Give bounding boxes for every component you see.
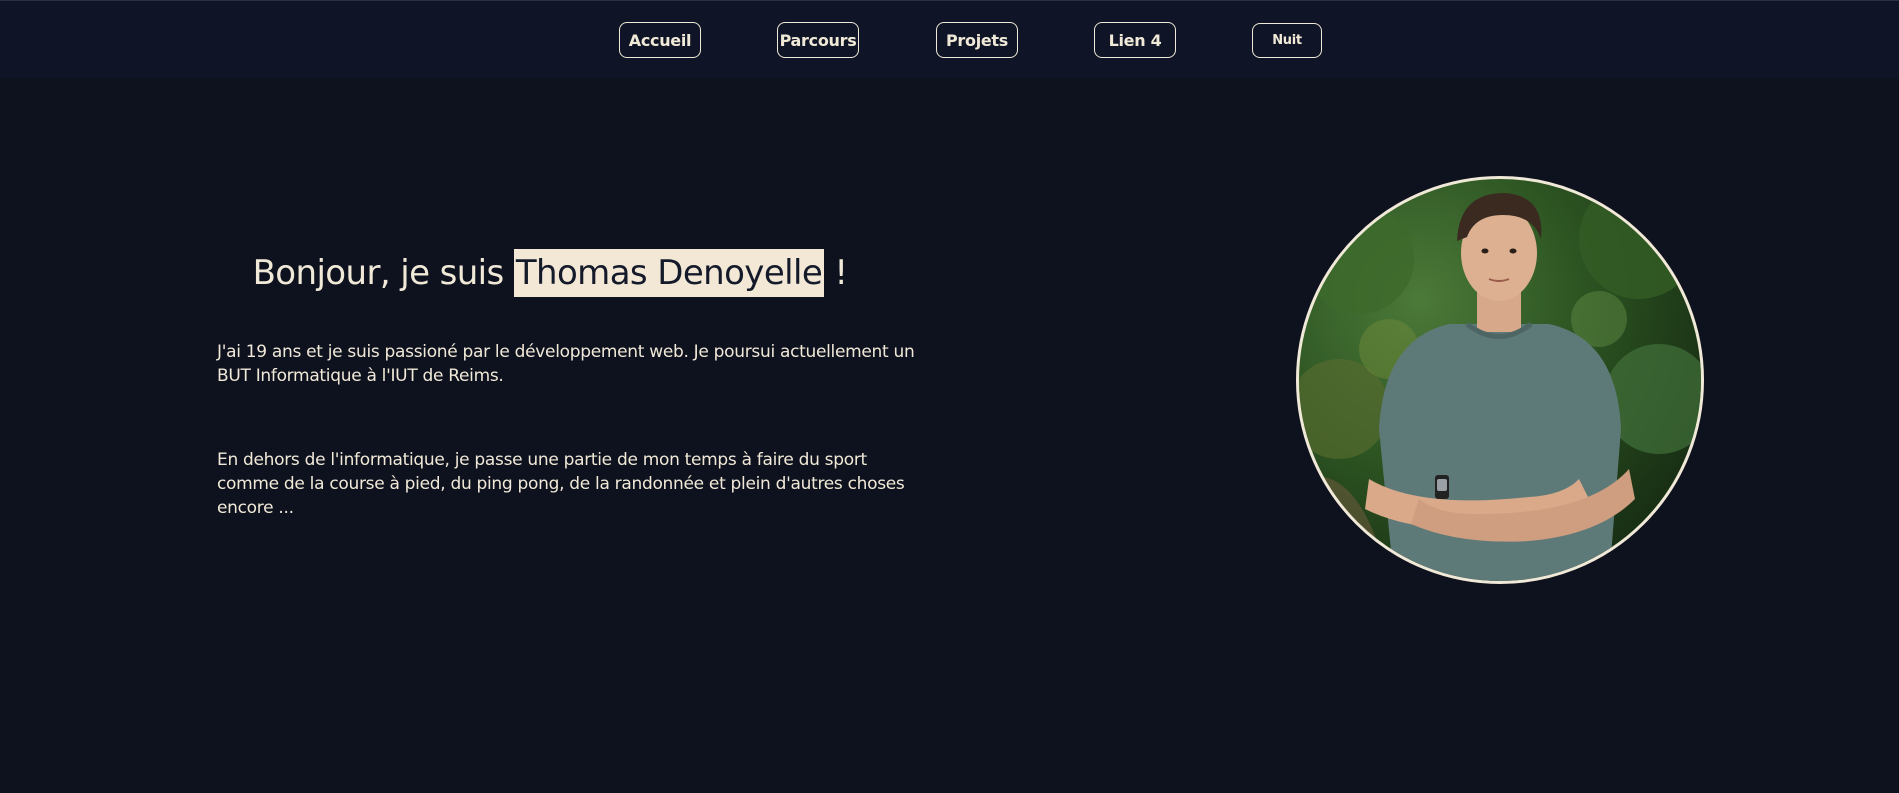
hero-headline: Bonjour, je suis Thomas Denoyelle ! [200,244,900,302]
intro-paragraph: J'ai 19 ans et je suis passioné par le d… [217,342,915,386]
nav-lien4-button[interactable]: Lien 4 [1094,22,1176,58]
hobbies-paragraph: En dehors de l'informatique, je passe un… [217,450,905,518]
theme-toggle-button[interactable]: Nuit [1252,23,1322,58]
greeting-prefix: Bonjour, je suis [252,253,514,293]
nav-projets-button[interactable]: Projets [936,22,1018,58]
portrait-illustration [1299,179,1701,581]
profile-photo [1296,176,1704,584]
highlighted-name: Thomas Denoyelle [513,249,825,297]
nav-accueil-button[interactable]: Accueil [619,22,701,58]
greeting-suffix: ! [824,253,848,293]
nav-parcours-button[interactable]: Parcours [777,22,859,58]
top-navbar: Accueil Parcours Projets Lien 4 Nuit [0,0,1899,78]
